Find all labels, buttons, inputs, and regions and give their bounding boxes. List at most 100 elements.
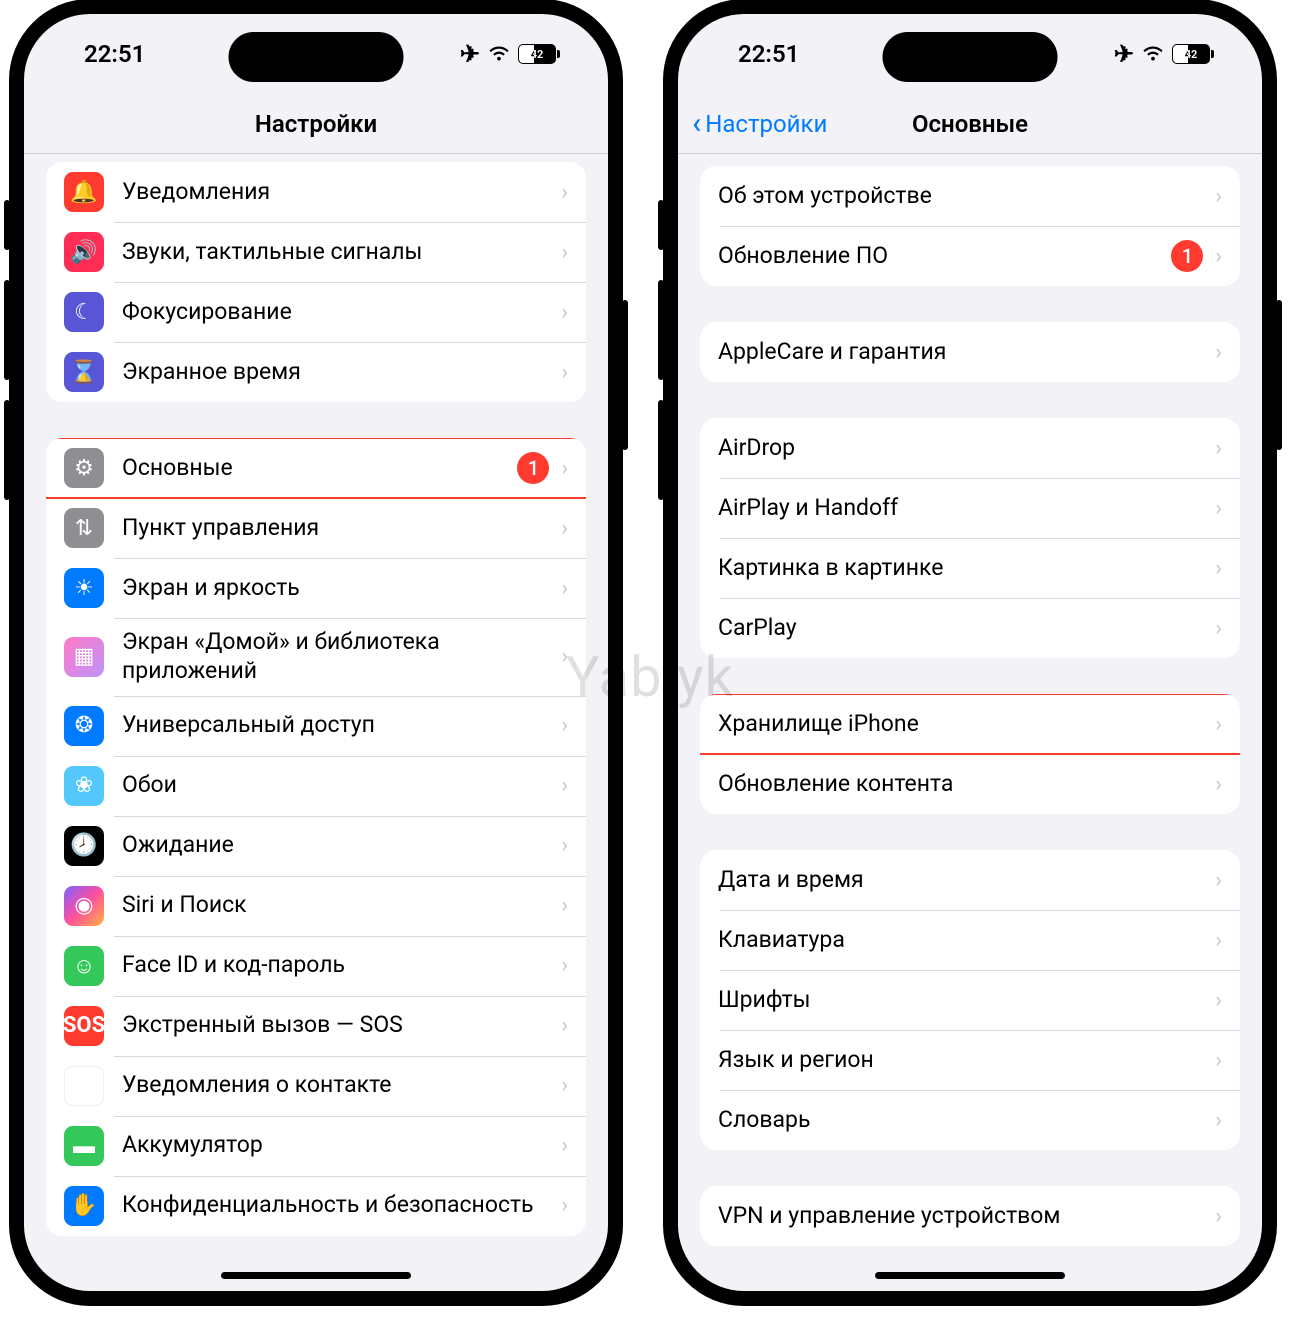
chevron-right-icon: ›	[1215, 928, 1222, 953]
row-label: Siri и Поиск	[122, 891, 561, 920]
standby-icon: 🕗	[64, 826, 104, 866]
settings-row[interactable]: Шрифты›	[700, 970, 1240, 1030]
status-time: 22:51	[84, 40, 145, 68]
chevron-right-icon: ›	[561, 516, 568, 541]
settings-row[interactable]: ⇅Пункт управления›	[46, 498, 586, 558]
battery-indicator: 42	[1172, 44, 1214, 64]
chevron-right-icon: ›	[1215, 436, 1222, 461]
settings-row[interactable]: Словарь›	[700, 1090, 1240, 1150]
settings-row[interactable]: ❀Обои›	[46, 756, 586, 816]
row-label: Фокусирование	[122, 298, 561, 327]
back-button[interactable]: ‹ Настройки	[692, 94, 827, 153]
page-title: Основные	[912, 110, 1028, 138]
chevron-right-icon: ›	[561, 713, 568, 738]
chevron-right-icon: ›	[561, 953, 568, 978]
exposure-icon: ☀	[64, 1066, 104, 1106]
chevron-right-icon: ›	[561, 180, 568, 205]
chevron-right-icon: ›	[561, 360, 568, 385]
settings-row[interactable]: SOSЭкстренный вызов — SOS›	[46, 996, 586, 1056]
nav-header: ‹ Настройки Основные	[678, 94, 1262, 154]
settings-group: VPN и управление устройством›	[700, 1186, 1240, 1246]
side-button	[658, 200, 664, 250]
row-label: VPN и управление устройством	[718, 1202, 1215, 1231]
row-label: Уведомления	[122, 178, 561, 207]
settings-row[interactable]: Об этом устройстве›	[700, 166, 1240, 226]
settings-row[interactable]: ☀Уведомления о контакте›	[46, 1056, 586, 1116]
chevron-right-icon: ›	[561, 1133, 568, 1158]
settings-group: ⚙Основные1›⇅Пункт управления› ☀ Экран и яр…	[46, 438, 586, 1236]
settings-row[interactable]: 🕗Ожидание›	[46, 816, 586, 876]
chevron-right-icon: ›	[561, 240, 568, 265]
row-label: Язык и регион	[718, 1046, 1215, 1075]
settings-row[interactable]: ☺Face ID и код-пароль›	[46, 936, 586, 996]
bell-icon: 🔔	[64, 172, 104, 212]
settings-row[interactable]: 🔔 Уведомления›	[46, 162, 586, 222]
settings-row[interactable]: Обновление контента›	[700, 754, 1240, 814]
settings-row[interactable]: ▦Экран «Домой» и библиотека приложений›	[46, 618, 586, 696]
settings-group: Об этом устройстве›Обновление ПО1›	[700, 166, 1240, 286]
row-label: Об этом устройстве	[718, 182, 1215, 211]
row-label: CarPlay	[718, 614, 1215, 643]
chevron-right-icon: ›	[561, 300, 568, 325]
page-title: Настройки	[255, 110, 377, 138]
settings-row[interactable]: ✋Конфиденциальность и безопасность›	[46, 1176, 586, 1236]
settings-row[interactable]: Хранилище iPhone›	[700, 694, 1240, 754]
row-label: Универсальный доступ	[122, 711, 561, 740]
row-label: AirPlay и Handoff	[718, 494, 1215, 523]
settings-row[interactable]: AirDrop›	[700, 418, 1240, 478]
row-label: Звуки, тактильные сигналы	[122, 238, 561, 267]
home-indicator[interactable]	[875, 1272, 1065, 1279]
settings-row[interactable]: AppleCare и гарантия›	[700, 322, 1240, 382]
settings-row[interactable]: AirPlay и Handoff›	[700, 478, 1240, 538]
notification-badge: 1	[517, 452, 549, 484]
side-button	[1276, 300, 1282, 450]
row-label: Клавиатура	[718, 926, 1215, 955]
chevron-right-icon: ›	[1215, 772, 1222, 797]
settings-row[interactable]: VPN и управление устройством›	[700, 1186, 1240, 1246]
row-label: Обновление контента	[718, 770, 1215, 799]
chevron-right-icon: ›	[561, 1193, 568, 1218]
settings-row[interactable]: ☾ Фокусирование›	[46, 282, 586, 342]
settings-row[interactable]: ☀Экран и яркость›	[46, 558, 586, 618]
chevron-right-icon: ›	[1215, 988, 1222, 1013]
settings-row[interactable]: ◉Siri и Поиск›	[46, 876, 586, 936]
chevron-right-icon: ›	[1215, 244, 1222, 269]
settings-group: Хранилище iPhone›Обновление контента›	[700, 694, 1240, 814]
settings-group: AirDrop›AirPlay и Handoff›Картинка в кар…	[700, 418, 1240, 658]
settings-row[interactable]: Язык и регион›	[700, 1030, 1240, 1090]
row-label: Обои	[122, 771, 561, 800]
settings-row[interactable]: ⚙Основные1›	[46, 438, 586, 498]
hand-icon: ✋	[64, 1186, 104, 1226]
chevron-left-icon: ‹	[692, 109, 701, 139]
chevron-right-icon: ›	[1215, 184, 1222, 209]
row-label: Основные	[122, 454, 517, 483]
row-label: Картинка в картинке	[718, 554, 1215, 583]
row-label: Шрифты	[718, 986, 1215, 1015]
settings-row[interactable]: 🔊Звуки, тактильные сигналы›	[46, 222, 586, 282]
brightness-icon: ☀	[64, 568, 104, 608]
chevron-right-icon: ›	[1215, 1204, 1222, 1229]
settings-row[interactable]: Дата и время›	[700, 850, 1240, 910]
row-label: Экран и яркость	[122, 574, 561, 603]
side-button	[4, 200, 10, 250]
row-label: Экстренный вызов — SOS	[122, 1011, 561, 1040]
row-label: Обновление ПО	[718, 242, 1171, 271]
chevron-right-icon: ›	[1215, 712, 1222, 737]
chevron-right-icon: ›	[1215, 616, 1222, 641]
chevron-right-icon: ›	[1215, 556, 1222, 581]
home-indicator[interactable]	[221, 1272, 411, 1279]
chevron-right-icon: ›	[1215, 496, 1222, 521]
settings-row[interactable]: ⌛Экранное время›	[46, 342, 586, 402]
settings-row[interactable]: ❂Универсальный доступ›	[46, 696, 586, 756]
settings-row[interactable]: Клавиатура›	[700, 910, 1240, 970]
settings-row[interactable]: Картинка в картинке›	[700, 538, 1240, 598]
chevron-right-icon: ›	[561, 773, 568, 798]
settings-row[interactable]: ▬Аккумулятор›	[46, 1116, 586, 1176]
siri-icon: ◉	[64, 886, 104, 926]
settings-row[interactable]: CarPlay›	[700, 598, 1240, 658]
row-label: Дата и время	[718, 866, 1215, 895]
moon-icon: ☾	[64, 292, 104, 332]
settings-row[interactable]: Обновление ПО1›	[700, 226, 1240, 286]
status-time: 22:51	[738, 40, 799, 68]
apps-icon: ▦	[64, 637, 104, 677]
